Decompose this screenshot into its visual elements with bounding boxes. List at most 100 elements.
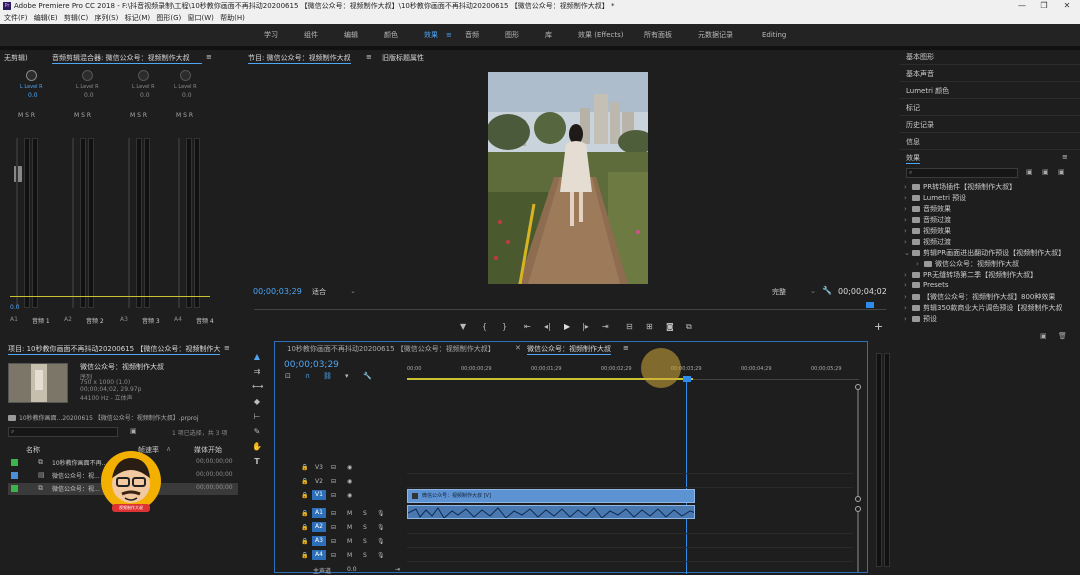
go-to-end-icon[interactable]: ⇥	[395, 566, 400, 573]
msr-a1[interactable]: M S R	[18, 112, 35, 119]
column-name[interactable]: 名称	[26, 445, 40, 455]
compare-icon[interactable]: ⧉	[686, 322, 692, 332]
workspace-learn[interactable]: 学习	[264, 24, 278, 46]
workspace-editing[interactable]: 编辑	[344, 24, 358, 46]
panel-info[interactable]: 信息	[906, 137, 920, 147]
razor-icon[interactable]: ◆	[252, 397, 262, 407]
workspace-metadata[interactable]: 元数据记录	[698, 24, 733, 46]
panel-essential-graphics[interactable]: 基本图形	[906, 52, 934, 62]
quality-dropdown[interactable]: 完整 ⌄	[772, 287, 816, 297]
pan-knob-a2[interactable]	[82, 70, 93, 81]
maximize-button[interactable]: ❐	[1032, 0, 1056, 12]
panel-menu-icon[interactable]: ≡	[206, 53, 212, 61]
32bit-effects-icon[interactable]: ▣	[1042, 168, 1049, 176]
menu-graphics[interactable]: 图形(G)	[156, 12, 181, 24]
msr-a3[interactable]: M S R	[130, 112, 147, 119]
mic-icon[interactable]: 🎙	[377, 510, 385, 517]
track-name-v3[interactable]: V3	[315, 464, 323, 471]
track-name-v1[interactable]: V1	[312, 490, 326, 500]
type-icon[interactable]: T	[252, 457, 262, 467]
msr-a2[interactable]: M S R	[74, 112, 91, 119]
workspace-menu-icon[interactable]: ≡	[446, 24, 452, 46]
add-marker-icon[interactable]: ▾	[345, 372, 349, 380]
workspace-libraries[interactable]: 库	[545, 24, 552, 46]
sync-lock-icon[interactable]: ⊟	[331, 510, 336, 517]
label-color-swatch[interactable]	[11, 459, 18, 466]
menu-help[interactable]: 帮助(H)	[220, 12, 245, 24]
sort-ascending-icon[interactable]: ∧	[166, 445, 171, 453]
menu-edit[interactable]: 编辑(E)	[34, 12, 58, 24]
lock-icon[interactable]: 🔒	[301, 492, 308, 499]
program-timecode[interactable]: 00;00;03;29	[253, 287, 302, 296]
item-name[interactable]: 微信公众号：视...	[52, 484, 100, 493]
workspace-color[interactable]: 颜色	[384, 24, 398, 46]
sync-lock-icon[interactable]: ⊟	[331, 552, 336, 559]
video-scrollbar[interactable]	[857, 390, 859, 496]
mic-icon[interactable]: 🎙	[377, 538, 385, 545]
slip-icon[interactable]: ⊢	[252, 412, 262, 422]
track-lane-a4[interactable]	[407, 548, 853, 562]
track-lane-a3[interactable]	[407, 534, 853, 548]
mic-icon[interactable]: 🎙	[377, 524, 385, 531]
overwrite-icon[interactable]: ⊞	[646, 322, 653, 331]
panel-effects-title[interactable]: 效果	[906, 153, 920, 164]
menu-sequence[interactable]: 序列(S)	[94, 12, 118, 24]
msr-a4[interactable]: M S R	[176, 112, 193, 119]
level-value-a2[interactable]: 0.0	[84, 92, 94, 99]
insert-icon[interactable]: ⊟	[626, 322, 633, 331]
mute-button[interactable]: M	[347, 538, 352, 545]
track-name-a2[interactable]: A2	[312, 522, 326, 532]
scroll-handle-bottom[interactable]	[855, 496, 861, 502]
out-point-icon[interactable]: }	[502, 322, 507, 331]
menu-window[interactable]: 窗口(W)	[187, 12, 213, 24]
new-bin-effects-icon[interactable]: ▣	[1040, 332, 1047, 340]
program-video-frame[interactable]	[488, 72, 648, 284]
effects-folder[interactable]: › Lumetri 预设	[904, 193, 966, 203]
close-button[interactable]: ✕	[1055, 0, 1079, 12]
menu-file[interactable]: 文件(F)	[4, 12, 28, 24]
effects-folder[interactable]: › PR转场插件【视频制作大叔】	[904, 182, 1016, 192]
tab-project[interactable]: 项目: 10秒教你画面不再抖动20200615 【微信公众号：视频制作大叔】	[8, 344, 220, 355]
sync-lock-icon[interactable]: ⊟	[331, 538, 336, 545]
label-color-swatch[interactable]	[11, 472, 18, 479]
effects-folder[interactable]: › Presets	[904, 281, 948, 289]
timeline-playhead-head[interactable]	[683, 376, 691, 382]
label-color-swatch[interactable]	[11, 485, 18, 492]
menu-clip[interactable]: 剪辑(C)	[64, 12, 88, 24]
lock-icon[interactable]: 🔒	[301, 478, 308, 485]
add-button-icon[interactable]: +	[874, 320, 883, 333]
audio-clip[interactable]	[407, 505, 695, 519]
track-lane-v3[interactable]	[407, 460, 853, 474]
linked-selection-icon[interactable]: ⛓	[323, 372, 332, 380]
panel-menu-icon-timeline[interactable]: ≡	[623, 344, 629, 352]
mute-button[interactable]: M	[347, 552, 352, 559]
delete-effects-icon[interactable]: 🗑	[1058, 332, 1067, 340]
eye-icon[interactable]: ◉	[347, 464, 352, 471]
go-to-out-icon[interactable]: ⇥	[602, 322, 609, 331]
audio-scrollbar[interactable]	[857, 512, 859, 572]
effects-folder[interactable]: › 预设	[904, 314, 937, 324]
solo-button[interactable]: S	[363, 524, 367, 531]
mute-button[interactable]: M	[347, 524, 352, 531]
project-search-input[interactable]: ⌕	[8, 427, 118, 437]
tab-source[interactable]: 无剪辑)	[4, 53, 28, 63]
go-to-in-icon[interactable]: ⇤	[524, 322, 531, 331]
sync-lock-icon[interactable]: ⊟	[331, 524, 336, 531]
workspace-all-panels[interactable]: 所有面板	[644, 24, 672, 46]
level-value-a3[interactable]: 0.0	[140, 92, 150, 99]
effects-folder[interactable]: › 微信公众号：视频制作大叔	[916, 259, 1019, 269]
close-tab-icon[interactable]: ✕	[515, 344, 521, 352]
tab-program[interactable]: 节目: 微信公众号：视频制作大叔	[248, 53, 351, 64]
workspace-assembly[interactable]: 组件	[304, 24, 318, 46]
lock-icon[interactable]: 🔒	[301, 510, 308, 517]
effects-folder[interactable]: › 剪辑350款商业大片调色预设【视频制作大叔	[904, 303, 1062, 313]
lock-icon[interactable]: 🔒	[301, 552, 308, 559]
sync-lock-icon[interactable]: ⊟	[331, 478, 336, 485]
program-time-ruler[interactable]	[254, 304, 886, 310]
effects-folder[interactable]: › 视频过渡	[904, 237, 951, 247]
eye-icon[interactable]: ◉	[347, 478, 352, 485]
video-clip[interactable]: 微信公众号：视频制作大叔 [V]	[407, 489, 695, 503]
timeline-settings-icon[interactable]: 🔧	[363, 372, 372, 380]
track-name-a3[interactable]: A3	[312, 536, 326, 546]
lock-icon[interactable]: 🔒	[301, 524, 308, 531]
